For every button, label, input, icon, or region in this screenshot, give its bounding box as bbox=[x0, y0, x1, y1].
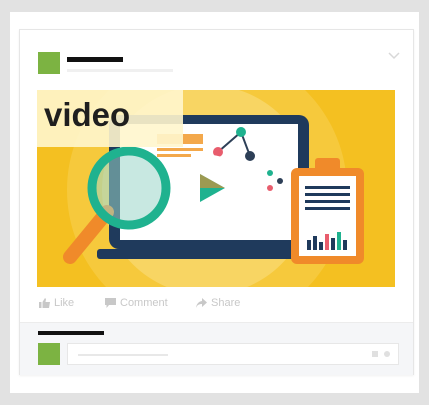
share-label: Share bbox=[211, 297, 241, 309]
like-label: Like bbox=[54, 297, 75, 309]
share-icon bbox=[196, 298, 207, 309]
comment-input[interactable] bbox=[67, 343, 399, 365]
author-avatar[interactable] bbox=[38, 52, 60, 74]
play-icon bbox=[177, 155, 243, 221]
comment-button[interactable]: Comment bbox=[105, 297, 168, 309]
author-name-placeholder[interactable] bbox=[67, 57, 123, 62]
like-icon bbox=[39, 298, 50, 309]
clipboard-icon bbox=[291, 158, 364, 264]
post-meta-placeholder bbox=[67, 69, 173, 72]
camera-icon[interactable] bbox=[372, 351, 378, 357]
comment-icon bbox=[105, 298, 116, 309]
emoji-icon[interactable] bbox=[384, 351, 390, 357]
comment-label: Comment bbox=[120, 297, 168, 309]
like-button[interactable]: Like bbox=[39, 297, 74, 309]
share-button[interactable]: Share bbox=[196, 297, 240, 309]
comment-input-placeholder bbox=[78, 354, 168, 356]
video-label: video bbox=[37, 90, 183, 147]
post-card: video Like Comment Share bbox=[19, 29, 414, 375]
comment-section bbox=[20, 322, 413, 375]
video-thumbnail[interactable]: video bbox=[37, 90, 395, 287]
chevron-down-icon[interactable] bbox=[387, 50, 401, 62]
commenter-name-placeholder bbox=[38, 331, 104, 335]
commenter-avatar bbox=[38, 343, 60, 365]
